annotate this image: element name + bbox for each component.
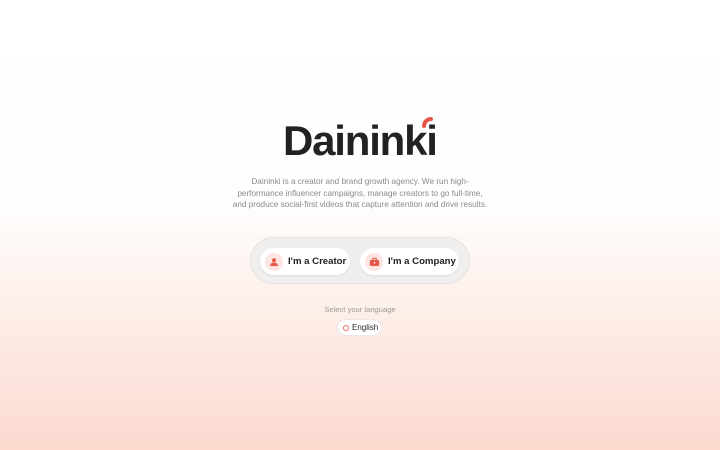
company-button[interactable]: I'm a Company	[360, 248, 459, 275]
role-choice-group: I'm a Creator I'm a Company	[250, 237, 470, 284]
company-button-label: I'm a Company	[388, 256, 456, 267]
language-selected: English	[352, 323, 379, 332]
brand-logo-wordmark: Daininki	[283, 117, 437, 162]
user-icon	[265, 252, 283, 271]
creator-button[interactable]: I'm a Creator	[260, 248, 350, 275]
brand-logo: Daininki	[283, 112, 443, 162]
landing-page: Daininki Daininki is a creator and brand…	[0, 0, 720, 450]
language-prompt: Select your language	[324, 305, 396, 314]
creator-button-label: I'm a Creator	[288, 256, 347, 267]
language-selector[interactable]: English	[338, 320, 381, 335]
brand-logo-mark: Daininki	[283, 117, 438, 162]
briefcase-icon	[365, 252, 383, 271]
globe-icon	[343, 324, 349, 331]
agency-description: Daininki is a creator and brand growth a…	[232, 177, 488, 210]
